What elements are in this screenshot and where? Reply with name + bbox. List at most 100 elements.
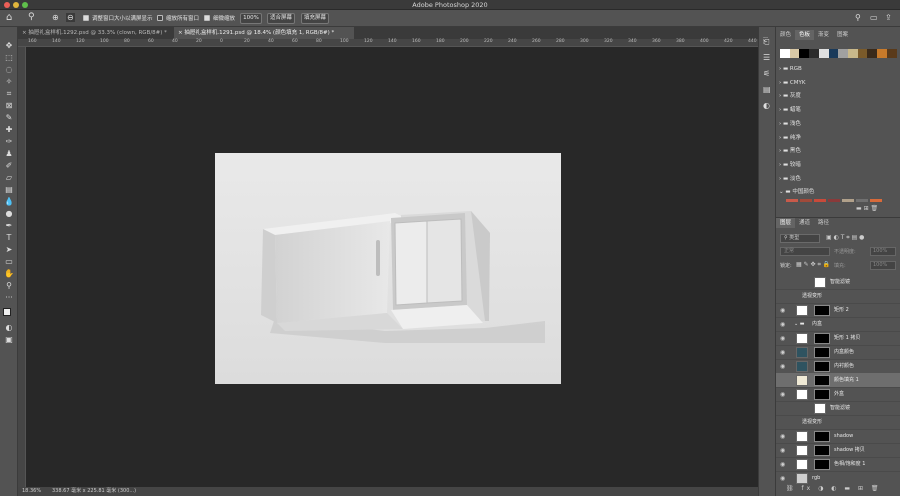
healing-tool-icon[interactable]: ✚	[4, 125, 14, 135]
marquee-tool-icon[interactable]: ⬚	[4, 53, 14, 63]
swatch[interactable]	[857, 49, 868, 58]
rectangle-tool-icon[interactable]: ▭	[4, 257, 14, 267]
blur-tool-icon[interactable]: 💧	[4, 197, 14, 207]
hand-tool-icon[interactable]: ✋	[4, 269, 14, 279]
layer-row[interactable]: 透视变形	[776, 289, 900, 304]
libraries-icon[interactable]: ▤	[763, 85, 771, 94]
history-brush-tool-icon[interactable]: ✐	[4, 161, 14, 171]
zoom-tool-icon-side[interactable]: ⚲	[4, 281, 14, 291]
swatch-group[interactable]: › ▬ 蜡笔	[779, 104, 801, 116]
new-swatch-group-icon[interactable]: ▬ ⊞ 🗑	[856, 205, 878, 212]
visibility-eye-icon[interactable]: ◉	[780, 443, 788, 458]
zoom-all-windows-checkbox[interactable]	[157, 15, 163, 21]
zoom-out-icon[interactable]: ⊖	[66, 13, 75, 22]
layer-row[interactable]: ◉ rgb	[776, 471, 900, 485]
visibility-eye-icon[interactable]: ◉	[780, 429, 788, 444]
layer-row[interactable]: ◉ shadow 拷贝	[776, 443, 900, 458]
swatch[interactable]	[828, 199, 840, 202]
crop-tool-icon[interactable]: ⌗	[4, 89, 14, 99]
layer-row[interactable]: 智能滤镜	[776, 401, 900, 416]
zoom-tool-icon[interactable]: ⚲	[28, 12, 35, 22]
layer-mask-thumbnail[interactable]	[814, 347, 830, 358]
layer-mask-thumbnail[interactable]	[814, 333, 830, 344]
move-tool-icon[interactable]: ✥	[4, 41, 14, 51]
swatch-group[interactable]: › ▬ 浅色	[779, 118, 801, 130]
fill-input[interactable]: 100%	[870, 261, 896, 270]
visibility-eye-icon[interactable]: ◉	[780, 345, 788, 360]
swatch[interactable]	[870, 199, 882, 202]
layer-mask-thumbnail[interactable]	[814, 389, 830, 400]
tab-patterns[interactable]: 图案	[833, 30, 852, 40]
swatch[interactable]	[818, 49, 829, 58]
zoom-level[interactable]: 18.36%	[22, 487, 41, 496]
share-icon[interactable]: ⇪	[885, 13, 892, 22]
layer-row[interactable]: ◉ shadow	[776, 429, 900, 444]
swatch[interactable]	[780, 49, 790, 58]
adjustments-icon[interactable]: ⚟	[763, 69, 770, 78]
visibility-eye-icon[interactable]: ◉	[780, 331, 788, 346]
path-selection-tool-icon[interactable]: ➤	[4, 245, 14, 255]
swatch[interactable]	[789, 49, 800, 58]
gradient-tool-icon[interactable]: ▤	[4, 185, 14, 195]
layer-row[interactable]: ◉ 矩形 1 拷贝	[776, 331, 900, 346]
tab-layers[interactable]: 图层	[776, 218, 796, 228]
visibility-eye-icon[interactable]: ◉	[780, 303, 788, 318]
swatch-group[interactable]: › ▬ CMYK	[779, 77, 805, 89]
properties-icon[interactable]: ☰	[763, 53, 770, 62]
dodge-tool-icon[interactable]: ●	[4, 209, 14, 219]
blend-mode-select[interactable]: 正常	[780, 247, 830, 256]
eraser-tool-icon[interactable]: ▱	[4, 173, 14, 183]
tab-channels[interactable]: 通道	[795, 218, 814, 228]
color-icon[interactable]: ◐	[763, 101, 770, 110]
layer-filter-select[interactable]: ⚲ 类型	[780, 234, 820, 243]
more-tools-icon[interactable]: ···	[4, 293, 14, 303]
tab-gradients[interactable]: 渐变	[814, 30, 833, 40]
swatch-group[interactable]: › ▬ RGB	[779, 63, 802, 75]
tab-swatches[interactable]: 色板	[795, 30, 815, 40]
frame-tool-icon[interactable]: ⊠	[4, 101, 14, 111]
layer-row[interactable]: ◉ 色相/饱和度 1	[776, 457, 900, 472]
swatch[interactable]	[799, 49, 810, 58]
layer-row[interactable]: ◉ 矩形 2	[776, 303, 900, 318]
layer-mask-thumbnail[interactable]	[814, 445, 830, 456]
fill-screen-button[interactable]: 填充屏幕	[301, 13, 329, 24]
swatch[interactable]	[800, 199, 812, 202]
pen-tool-icon[interactable]: ✒	[4, 221, 14, 231]
zoom-100-button[interactable]: 100%	[240, 13, 262, 24]
zoom-in-icon[interactable]: ⊕	[52, 13, 59, 22]
layer-actions[interactable]: ⛓ fx ◑ ◐ ▬ ⊞ 🗑	[786, 485, 900, 492]
swatch[interactable]	[867, 49, 878, 58]
fit-screen-button[interactable]: 适合屏幕	[267, 13, 295, 24]
swatch-group[interactable]: › ▬ 灰度	[779, 90, 801, 102]
visibility-eye-icon[interactable]: ◉	[780, 317, 788, 332]
lock-icons[interactable]: ▦ ✎ ✥ ⌗ 🔒	[796, 261, 830, 269]
layer-row[interactable]: 透视变形	[776, 415, 900, 430]
tab-color[interactable]: 颜色	[776, 30, 795, 40]
swatch[interactable]	[828, 49, 839, 58]
swatch-group[interactable]: › ▬ 淡色	[779, 173, 801, 185]
layer-mask-thumbnail[interactable]	[814, 431, 830, 442]
swatch[interactable]	[842, 199, 854, 202]
history-icon[interactable]: ⎗	[763, 37, 769, 47]
swatch[interactable]	[814, 199, 826, 202]
visibility-eye-icon[interactable]: ◉	[780, 359, 788, 374]
eyedropper-tool-icon[interactable]: ✎	[4, 113, 14, 123]
layer-row[interactable]: ◉ 内盒颜色	[776, 345, 900, 360]
swatch[interactable]	[838, 49, 849, 58]
group-folder-icon[interactable]: ⌄ ▬	[794, 317, 805, 332]
layer-mask-thumbnail[interactable]	[814, 375, 830, 386]
document-info[interactable]: 338.67 毫米 x 225.81 毫米 (300...)	[52, 487, 136, 496]
search-icon[interactable]: ⚲	[855, 13, 861, 22]
magic-wand-tool-icon[interactable]: ✧	[4, 77, 14, 87]
type-tool-icon[interactable]: T	[4, 233, 14, 243]
swatch-group[interactable]: ⌄ ▬ 中国颜色	[779, 186, 814, 198]
swatch[interactable]	[856, 199, 868, 202]
screen-mode-icon[interactable]: ▣	[4, 335, 14, 345]
home-icon[interactable]: ⌂	[6, 12, 12, 23]
tab-paths[interactable]: 路径	[814, 218, 833, 228]
quick-mask-icon[interactable]: ◐	[4, 323, 14, 333]
visibility-eye-icon[interactable]: ◉	[780, 387, 788, 402]
layer-row[interactable]: ◉ 内衬颜色	[776, 359, 900, 374]
brush-tool-icon[interactable]: ✑	[4, 137, 14, 147]
scrubby-zoom-checkbox[interactable]	[204, 15, 210, 21]
